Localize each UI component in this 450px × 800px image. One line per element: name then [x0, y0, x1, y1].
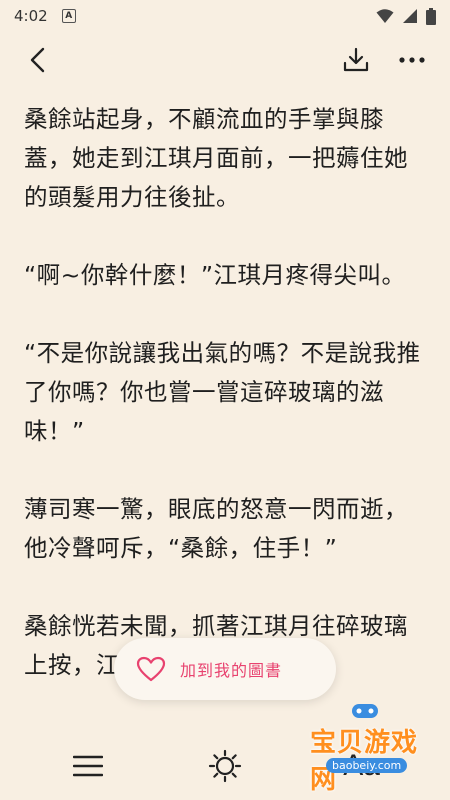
signal-icon	[403, 9, 417, 23]
status-bar: 4:02 A	[0, 0, 450, 32]
heart-icon	[136, 656, 166, 682]
add-to-library-button[interactable]: 加到我的圖書	[114, 638, 336, 700]
download-icon	[343, 47, 369, 72]
paragraph: “不是你說讓我出氣的嗎？不是說我推了你嗎？你也嘗一嘗這碎玻璃的滋味！”	[24, 339, 421, 445]
more-button[interactable]	[392, 40, 432, 80]
font-settings-button[interactable]: Aa	[334, 738, 390, 794]
chevron-left-icon	[30, 47, 45, 73]
notification-a-icon: A	[61, 9, 76, 23]
status-icons	[376, 7, 436, 25]
more-horizontal-icon	[399, 57, 425, 63]
sun-icon	[208, 749, 242, 783]
paragraph: “啊~你幹什麼！”江琪月疼得尖叫。	[24, 261, 406, 289]
download-button[interactable]	[336, 40, 376, 80]
chapter-list-button[interactable]	[60, 738, 116, 794]
back-button[interactable]	[18, 40, 58, 80]
menu-icon	[73, 755, 104, 777]
paragraph: 桑餘站起身，不顧流血的手掌與膝蓋，她走到江琪月面前，一把薅住她的頭髮用力往後扯。	[24, 105, 408, 211]
bottom-bar: Aa	[0, 732, 450, 800]
battery-icon	[426, 7, 436, 25]
add-to-library-label: 加到我的圖書	[180, 661, 283, 680]
status-time: 4:02	[14, 7, 48, 25]
brightness-button[interactable]	[197, 738, 253, 794]
wifi-icon	[376, 9, 394, 23]
top-toolbar	[0, 34, 450, 86]
paragraph: 薄司寒一驚，眼底的怒意一閃而逝，他冷聲呵斥，“桑餘，住手！”	[24, 495, 408, 562]
